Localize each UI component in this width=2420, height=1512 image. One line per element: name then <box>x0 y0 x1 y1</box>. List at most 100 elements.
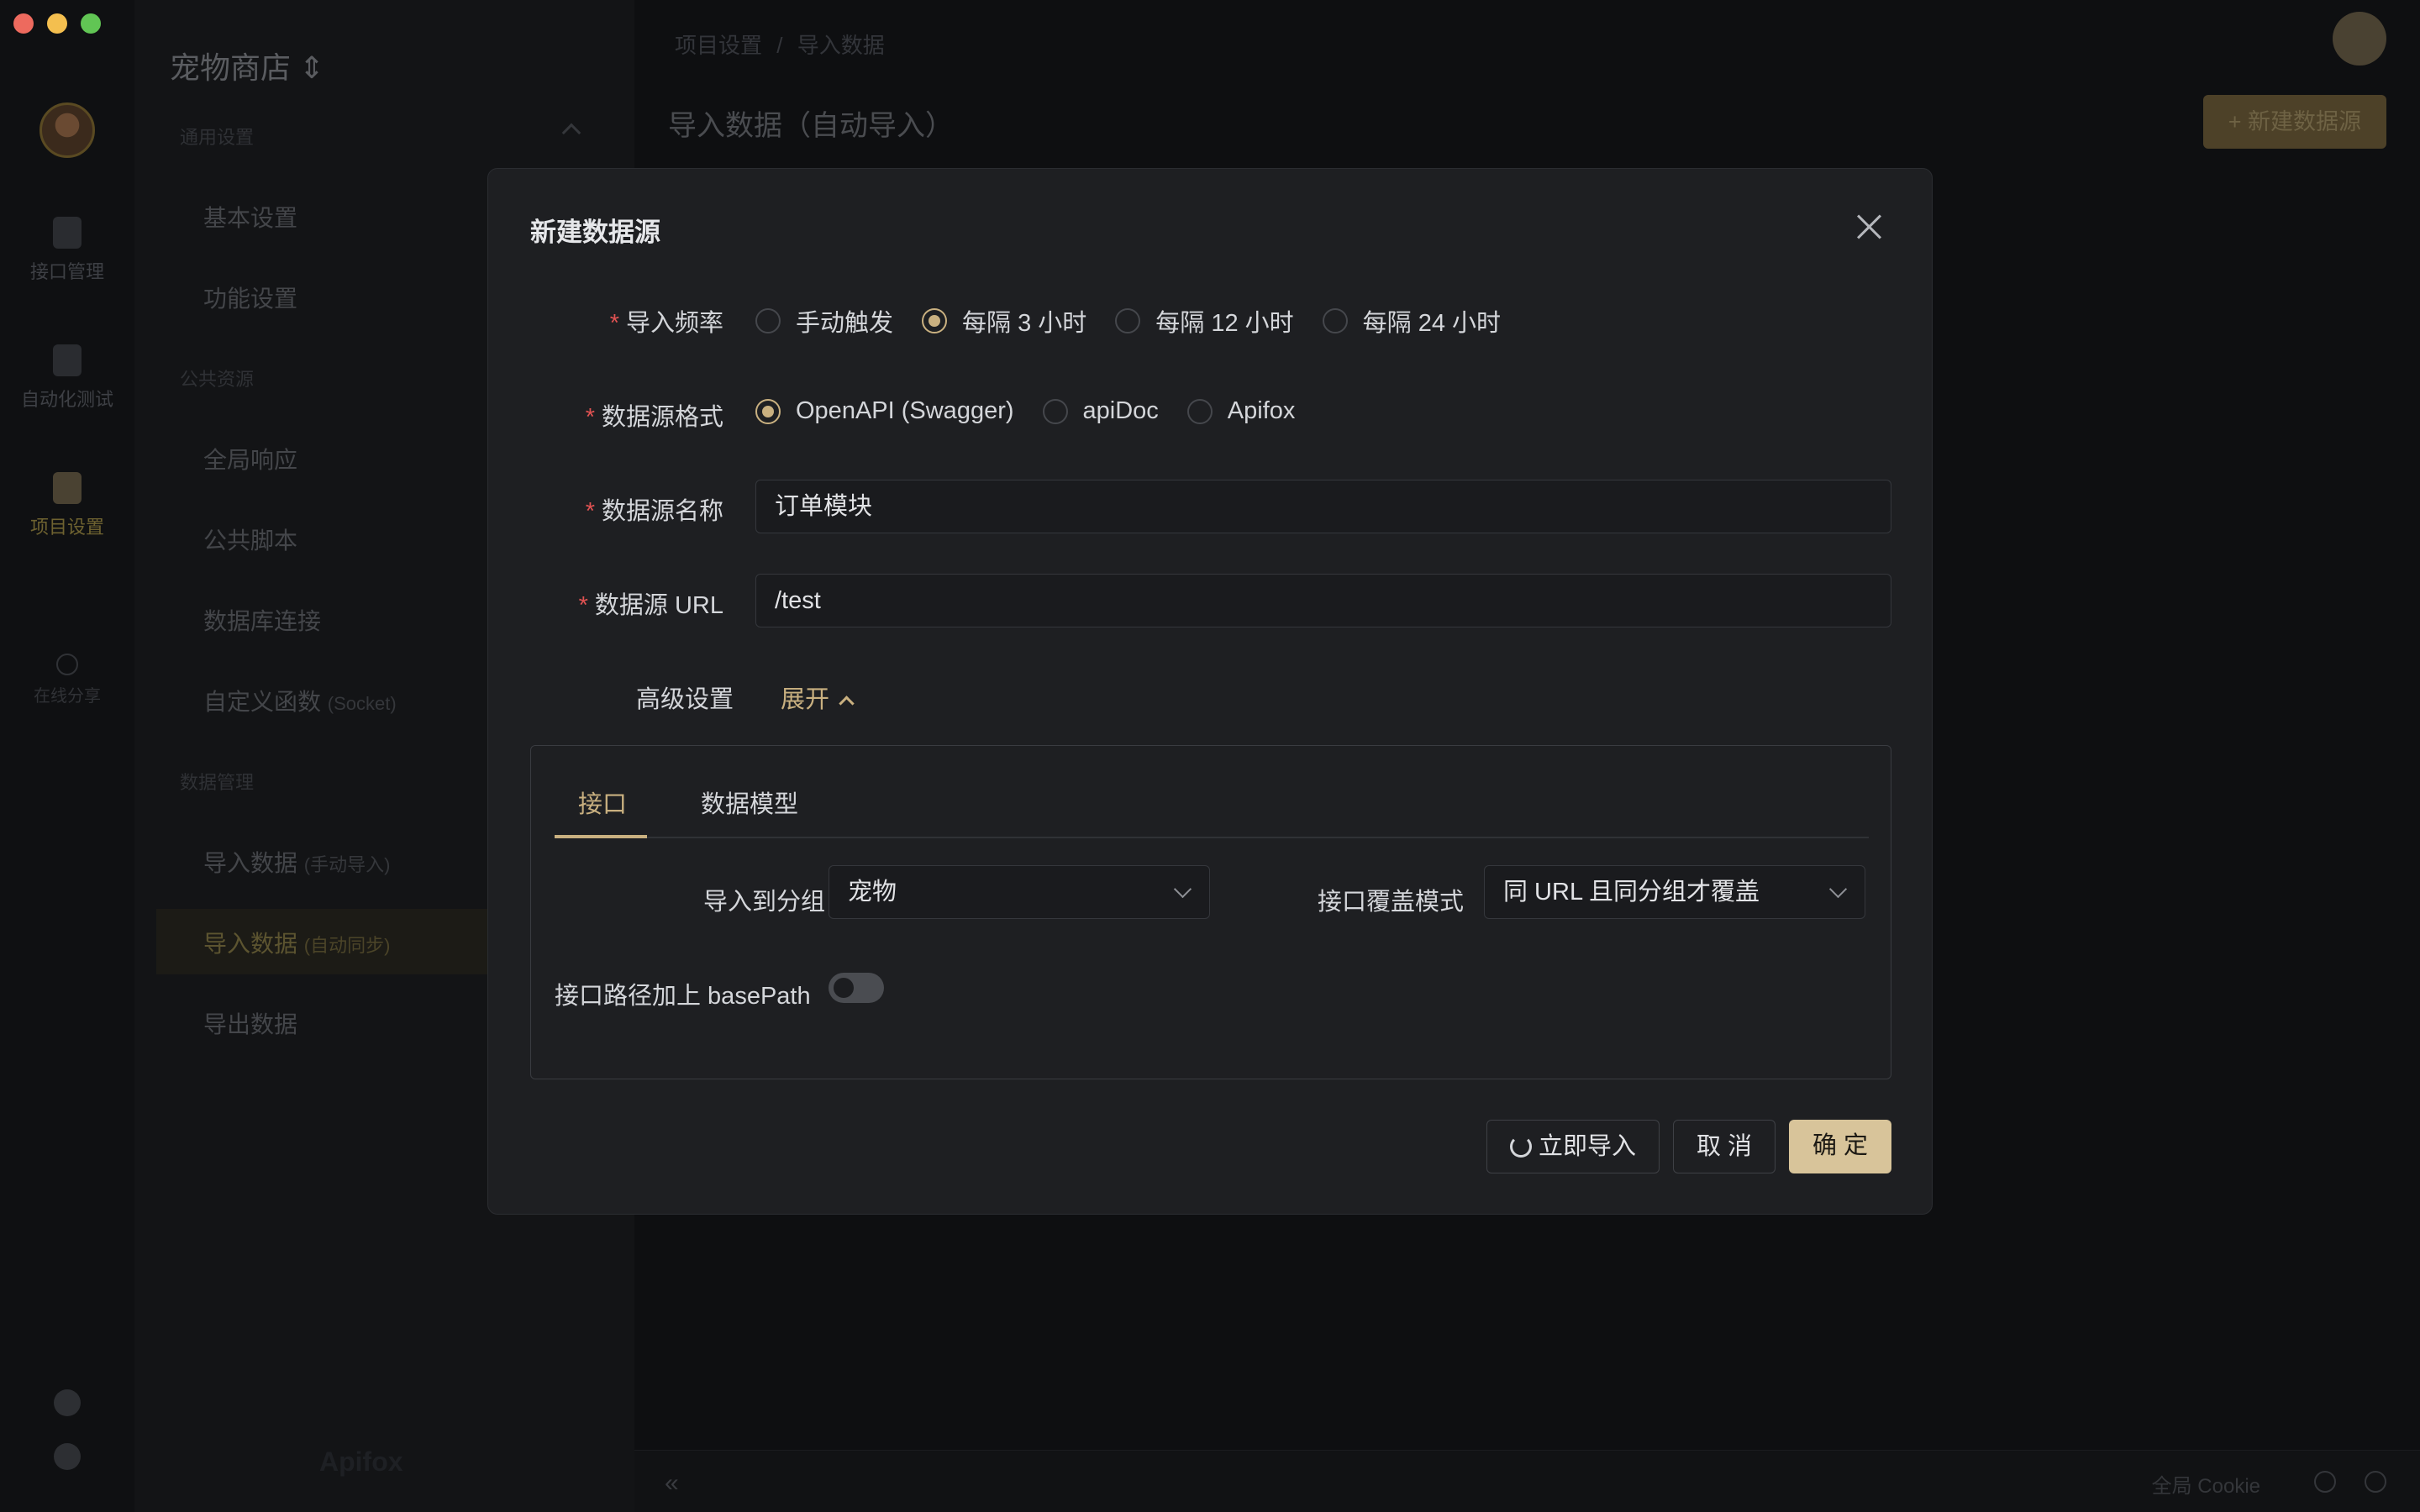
rail-item-label: 接口管理 <box>29 261 104 282</box>
overwrite-mode-label: 接口覆盖模式 <box>1317 889 1464 916</box>
sidebar-item-global-response[interactable]: 全局响应 <box>203 442 297 475</box>
close-icon[interactable] <box>1854 213 1883 241</box>
avatar[interactable] <box>39 102 95 158</box>
shirt-icon[interactable] <box>2314 1471 2336 1493</box>
sidebar-item-label: 导入数据 <box>203 850 298 876</box>
sidebar-item-suffix: (自动同步) <box>303 935 391 956</box>
help-icon[interactable] <box>2365 1471 2386 1493</box>
breadcrumb-item: 导入数据 <box>797 33 885 58</box>
radio-dot <box>922 308 948 333</box>
sidebar-item-public-script[interactable]: 公共脚本 <box>203 522 297 556</box>
window-controls <box>13 13 101 34</box>
sidebar-item-custom-function[interactable]: 自定义函数 (Socket) <box>203 684 397 717</box>
refresh-icon <box>1509 1136 1532 1158</box>
chevron-down-icon <box>1828 879 1848 899</box>
frequency-option-12h[interactable]: 每隔 12 小时 <box>1115 303 1294 339</box>
button-label: 立即导入 <box>1538 1133 1636 1160</box>
frequency-option-24h[interactable]: 每隔 24 小时 <box>1322 303 1502 339</box>
import-group-value: 宠物 <box>848 879 897 906</box>
format-option-apifox[interactable]: Apifox <box>1186 397 1295 425</box>
basepath-label: 接口路径加上 basePath <box>555 983 811 1010</box>
rail-item-automation-test[interactable]: 自动化测试 <box>0 344 134 412</box>
maximize-window-button[interactable] <box>81 13 101 34</box>
app-rail: 接口管理 自动化测试 项目设置 在线分享 <box>0 0 134 1512</box>
data-source-url-input[interactable]: /test <box>755 574 1891 627</box>
rail-item-project-settings[interactable]: 项目设置 <box>0 472 134 539</box>
breadcrumb-item[interactable]: 项目设置 <box>675 33 762 58</box>
global-cookie-button[interactable]: 全局 Cookie <box>2152 1469 2260 1499</box>
radio-label: 手动触发 <box>796 310 894 337</box>
bell-icon[interactable] <box>54 1389 81 1416</box>
tab-interface[interactable]: 接口 <box>578 785 627 820</box>
import-now-button[interactable]: 立即导入 <box>1486 1120 1660 1173</box>
radio-dot <box>1115 308 1141 333</box>
name-label: * 数据源名称 <box>585 498 723 525</box>
sidebar-item-export[interactable]: 导出数据 <box>203 1006 297 1040</box>
sidebar-item-suffix: (Socket) <box>327 693 397 714</box>
cancel-button[interactable]: 取 消 <box>1673 1120 1776 1173</box>
share-icon <box>56 654 78 675</box>
advanced-settings-label: 高级设置 <box>636 686 734 713</box>
frequency-radio-group: 手动触发 每隔 3 小时 每隔 12 小时 每隔 24 小时 <box>755 303 1529 339</box>
frequency-label: * 导入频率 <box>609 310 723 337</box>
frequency-option-manual[interactable]: 手动触发 <box>755 303 893 339</box>
sync-icon[interactable] <box>2333 12 2386 66</box>
sidebar-section-public: 公共资源 <box>180 369 255 390</box>
close-window-button[interactable] <box>13 13 34 34</box>
radio-dot <box>755 308 781 333</box>
format-radio-group: OpenAPI (Swagger) apiDoc Apifox <box>755 397 1323 425</box>
format-option-openapi[interactable]: OpenAPI (Swagger) <box>755 397 1014 425</box>
rail-share-label: 在线分享 <box>34 687 101 706</box>
radio-label: 每隔 3 小时 <box>962 310 1087 337</box>
overwrite-mode-value: 同 URL 且同分组才覆盖 <box>1503 879 1760 906</box>
radio-dot <box>1042 398 1068 424</box>
sidebar-item-import-manual[interactable]: 导入数据 (手动导入) <box>203 845 390 879</box>
advanced-settings-panel: 接口 数据模型 导入到分组 宠物 接口覆盖模式 同 URL 且同分组才覆盖 接口… <box>530 745 1891 1079</box>
sidebar-item-db-connection[interactable]: 数据库连接 <box>203 603 321 637</box>
format-label: * 数据源格式 <box>585 404 723 431</box>
sidebar-section-general: 通用设置 <box>180 127 255 148</box>
advanced-toggle-label: 展开 <box>781 686 830 713</box>
sidebar-item-import-auto[interactable]: 导入数据 (自动同步) <box>203 926 390 959</box>
brand-logo: Apifox <box>319 1446 403 1477</box>
new-data-source-button[interactable]: + 新建数据源 <box>2202 95 2386 149</box>
minimize-window-button[interactable] <box>47 13 67 34</box>
data-source-name-input[interactable]: 订单模块 <box>755 480 1891 533</box>
gear-icon[interactable] <box>54 1443 81 1470</box>
radio-dot <box>755 398 781 424</box>
advanced-toggle-link[interactable]: 展开 <box>781 680 855 715</box>
radio-dot <box>1186 398 1213 424</box>
project-switcher[interactable]: 宠物商店 ⇕ <box>170 44 324 87</box>
sidebar-item-label: 自定义函数 <box>203 689 322 715</box>
url-label-text: 数据源 URL <box>594 592 723 619</box>
frequency-option-3h[interactable]: 每隔 3 小时 <box>922 303 1086 339</box>
sidebar-item-feature-settings[interactable]: 功能设置 <box>203 281 297 314</box>
chevron-up-icon[interactable] <box>561 123 581 143</box>
import-group-label: 导入到分组 <box>702 889 825 916</box>
sidebar-item-suffix: (手动导入) <box>303 854 391 875</box>
basepath-toggle[interactable] <box>829 973 884 1003</box>
settings-doc-icon <box>53 472 82 504</box>
test-icon <box>53 344 82 376</box>
project-name: 宠物商店 <box>170 50 292 85</box>
import-group-select[interactable]: 宠物 <box>829 865 1210 919</box>
rail-item-api-management[interactable]: 接口管理 <box>0 217 134 284</box>
tab-data-model[interactable]: 数据模型 <box>701 785 798 820</box>
overwrite-mode-select[interactable]: 同 URL 且同分组才覆盖 <box>1484 865 1865 919</box>
format-option-apidoc[interactable]: apiDoc <box>1042 397 1159 425</box>
active-tab-indicator <box>555 835 647 838</box>
sidebar-section-data: 数据管理 <box>180 772 255 793</box>
toggle-knob <box>834 978 854 998</box>
frequency-label-text: 导入频率 <box>625 310 723 337</box>
page-title: 导入数据（自动导入） <box>668 110 954 142</box>
radio-dot <box>1322 308 1348 333</box>
breadcrumb-separator: / <box>776 33 783 58</box>
status-bar: « 全局 Cookie <box>634 1450 2420 1512</box>
rail-item-share[interactable]: 在线分享 <box>0 654 134 706</box>
confirm-button[interactable]: 确 定 <box>1789 1120 1891 1173</box>
collapse-sidebar-icon[interactable]: « <box>665 1469 679 1498</box>
radio-label: 每隔 12 小时 <box>1155 310 1294 337</box>
sidebar-item-basic-settings[interactable]: 基本设置 <box>203 200 297 234</box>
name-label-text: 数据源名称 <box>601 498 723 525</box>
radio-label: 每隔 24 小时 <box>1362 310 1502 337</box>
